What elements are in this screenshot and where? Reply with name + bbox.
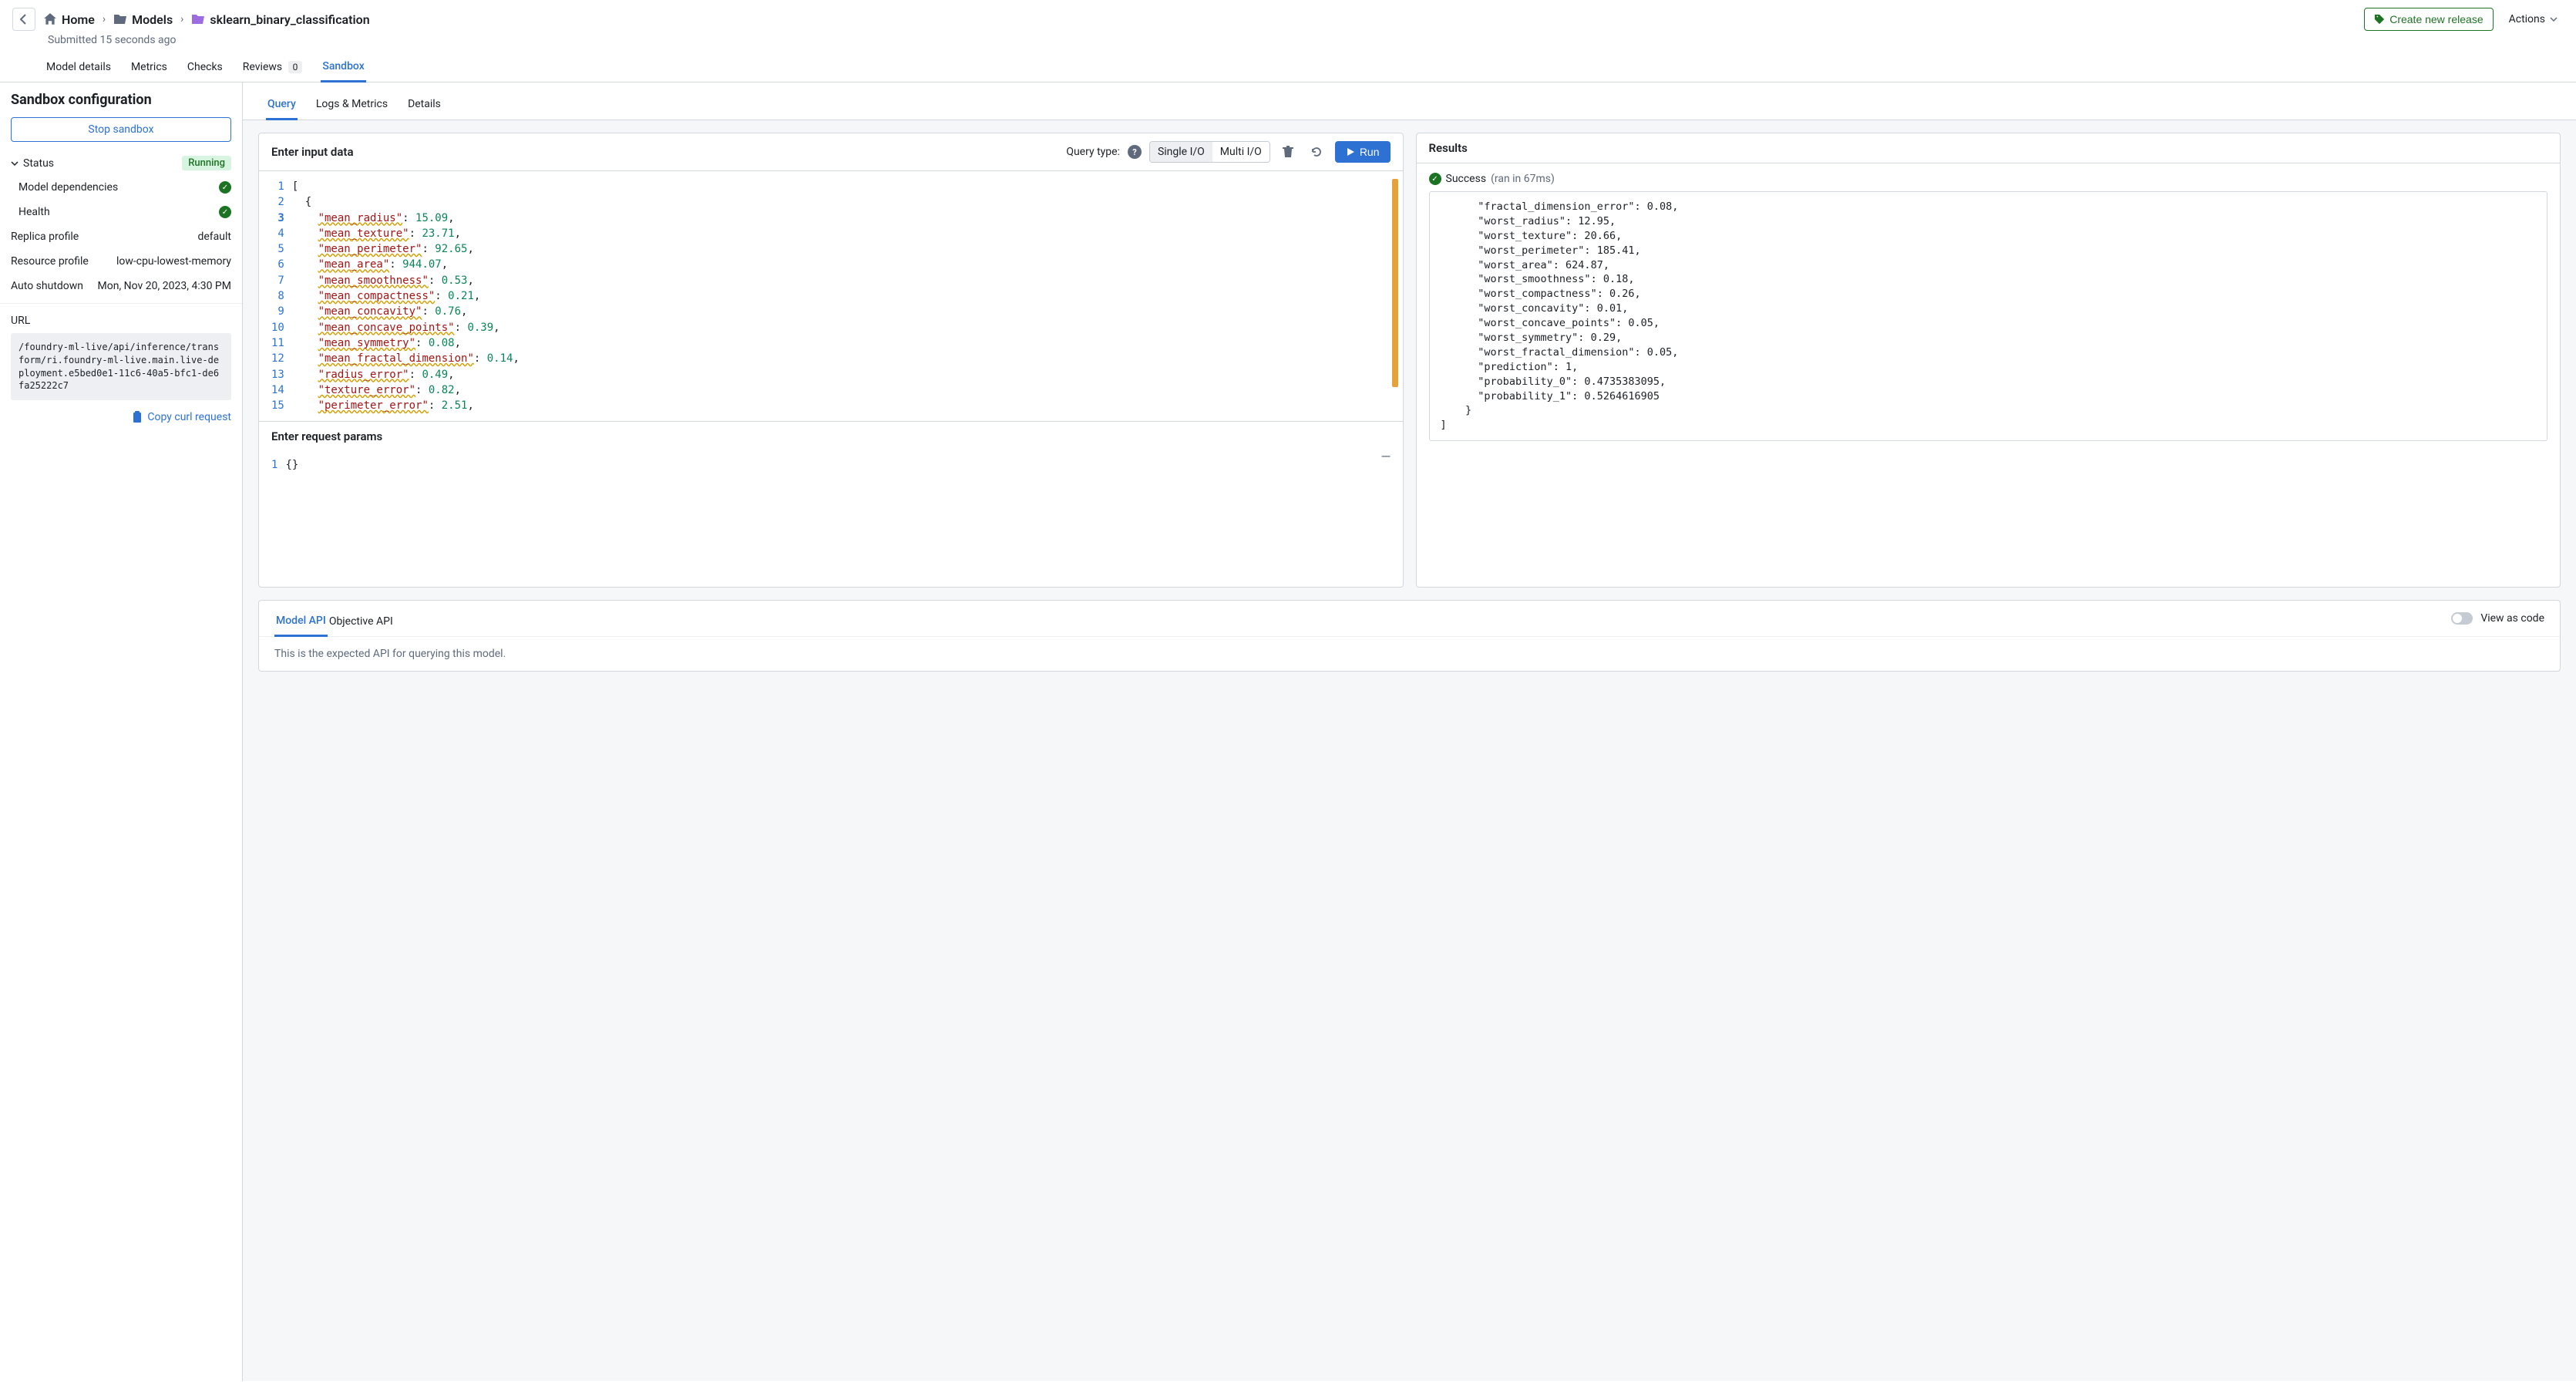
results-title: Results [1429,141,1468,155]
tab-reviews-label: Reviews [243,61,282,73]
submitted-timestamp: Submitted 15 seconds ago [0,31,2576,54]
model-deps-label: Model dependencies [18,181,118,194]
breadcrumb-separator: › [103,13,106,25]
io-toggle-group: Single I/O Multi I/O [1149,141,1270,163]
main-tabs: Model details Metrics Checks Reviews 0 S… [0,54,2576,83]
tab-logs-metrics[interactable]: Logs & Metrics [314,92,389,120]
tab-details[interactable]: Details [406,92,442,120]
copy-curl-label: Copy curl request [147,411,231,423]
actions-dropdown[interactable]: Actions [2503,8,2564,30]
replica-value: default [197,231,231,243]
breadcrumb-separator: › [180,13,183,25]
breadcrumb-home[interactable]: Home [43,12,95,27]
sidebar: Sandbox configuration Stop sandbox Statu… [0,83,243,1381]
input-code-editor[interactable]: 123456789101112131415 [ { "mean_radius":… [259,171,1403,421]
back-button[interactable] [12,8,35,31]
scrollbar-track[interactable] [1392,179,1398,387]
tab-objective-api[interactable]: Objective API [328,609,395,635]
status-section-toggle[interactable]: Status Running [0,151,242,175]
input-panel-title: Enter input data [271,145,354,159]
play-icon [1346,147,1355,157]
stop-sandbox-button[interactable]: Stop sandbox [11,117,231,142]
tab-query[interactable]: Query [266,92,298,120]
status-label: Status [23,157,54,170]
actions-label: Actions [2509,13,2545,25]
input-panel: Enter input data Query type: ? Single I/… [258,133,1404,588]
delete-button[interactable] [1278,143,1298,161]
check-icon: ✓ [219,206,231,218]
status-badge: Running [182,156,231,170]
health-label: Health [18,206,50,218]
api-description: This is the expected API for querying th… [259,637,2560,671]
collapse-icon[interactable]: — [1382,448,1391,464]
create-release-label: Create new release [2389,13,2483,25]
tab-model-details[interactable]: Model details [45,55,113,81]
health-row: Health ✓ [0,200,242,224]
success-status: ✓ Success (ran in 67ms) [1429,173,2548,185]
replica-profile-row: Replica profile default [0,224,242,249]
multi-io-toggle[interactable]: Multi I/O [1212,142,1270,162]
result-output: "fractal_dimension_error": 0.08, "worst_… [1429,191,2548,441]
results-panel: Results ✓ Success (ran in 67ms) "fractal… [1416,133,2561,588]
url-value: /foundry-ml-live/api/inference/transform… [11,333,231,400]
tab-metrics[interactable]: Metrics [129,55,169,81]
breadcrumb-current-label: sklearn_binary_classification [210,12,369,27]
params-title: Enter request params [259,421,1403,451]
shutdown-value: Mon, Nov 20, 2023, 4:30 PM [98,280,231,292]
single-io-toggle[interactable]: Single I/O [1150,142,1212,162]
copy-curl-button[interactable]: Copy curl request [0,405,242,429]
tab-reviews[interactable]: Reviews 0 [241,55,304,81]
tag-icon [2374,14,2385,25]
resource-value: low-cpu-lowest-memory [116,255,231,268]
breadcrumb-models-label: Models [132,12,173,27]
shutdown-label: Auto shutdown [11,280,83,292]
url-label: URL [0,308,242,328]
chevron-down-icon [2550,15,2558,23]
view-as-code-toggle[interactable] [2451,612,2473,625]
run-button[interactable]: Run [1335,141,1391,163]
resource-profile-row: Resource profile low-cpu-lowest-memory [0,249,242,274]
auto-shutdown-row: Auto shutdown Mon, Nov 20, 2023, 4:30 PM [0,274,242,298]
breadcrumb-current[interactable]: sklearn_binary_classification [191,12,369,27]
view-as-code-label: View as code [2480,612,2544,625]
breadcrumb-models[interactable]: Models [113,12,173,27]
replica-label: Replica profile [11,231,79,243]
check-icon: ✓ [1429,173,1441,185]
check-icon: ✓ [219,181,231,194]
run-time: (ran in 67ms) [1491,173,1555,185]
create-release-button[interactable]: Create new release [2364,8,2493,31]
run-label: Run [1360,146,1380,158]
tab-model-api[interactable]: Model API [274,608,328,637]
arrow-left-icon [18,13,30,25]
params-code: {} [285,459,298,471]
undo-icon [1310,146,1323,158]
sandbox-sub-tabs: Query Logs & Metrics Details [243,83,2576,120]
home-icon [43,12,57,26]
tab-checks[interactable]: Checks [186,55,224,81]
help-icon[interactable]: ? [1128,145,1142,159]
model-icon [191,13,205,25]
query-type-label: Query type: [1066,146,1120,158]
reset-button[interactable] [1306,143,1327,161]
trash-icon [1283,146,1293,158]
tab-sandbox[interactable]: Sandbox [321,54,365,83]
params-code-editor[interactable]: 1 {} — [259,451,1403,587]
sidebar-title: Sandbox configuration [0,83,242,117]
resource-label: Resource profile [11,255,89,268]
success-label: Success [1446,173,1487,185]
api-panel: Model API Objective API View as code Thi… [258,600,2561,672]
folder-icon [113,13,127,25]
reviews-count-badge: 0 [288,61,303,73]
model-dependencies-row: Model dependencies ✓ [0,175,242,200]
chevron-down-icon [11,160,18,167]
clipboard-icon [132,411,143,423]
breadcrumb-home-label: Home [62,12,95,27]
